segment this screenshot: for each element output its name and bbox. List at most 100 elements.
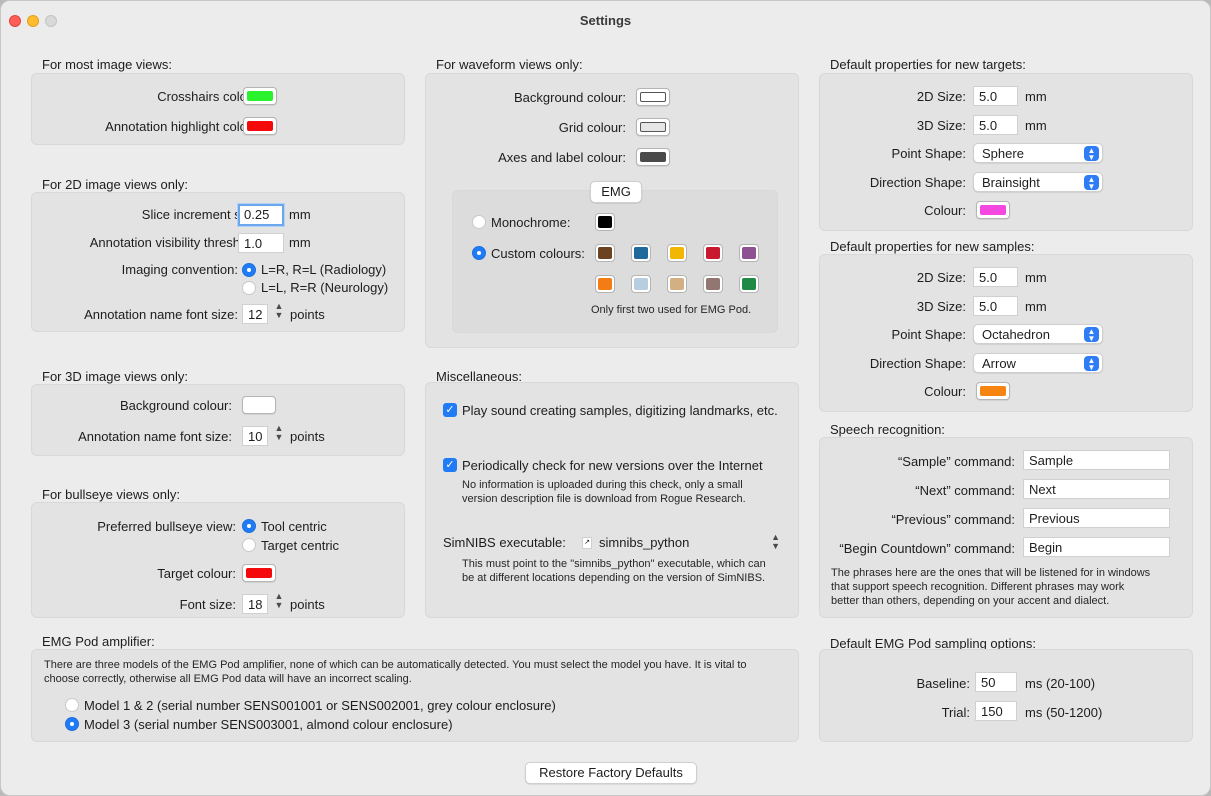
image3d-header: For 3D image views only: <box>42 369 188 384</box>
image3d-font-size-label: Annotation name font size: <box>78 429 232 444</box>
waveform-header: For waveform views only: <box>436 57 583 72</box>
custom-colour-fill <box>598 247 612 259</box>
grid-colour-well[interactable] <box>636 118 670 136</box>
visibility-threshold-label: Annotation visibility threshold: <box>89 235 261 250</box>
baseline-unit: ms (20-100) <box>1025 676 1096 691</box>
visibility-threshold-unit: mm <box>289 235 311 250</box>
image2d-header: For 2D image views only: <box>42 177 188 192</box>
previous-command-field[interactable]: Previous <box>1023 508 1170 528</box>
custom-colour-well[interactable] <box>631 244 651 262</box>
custom-colour-well[interactable] <box>703 275 723 293</box>
neurology-radio[interactable] <box>242 281 256 295</box>
trial-field[interactable]: 150 <box>975 701 1017 721</box>
samples-header: Default properties for new samples: <box>830 239 1035 254</box>
target-2d-size-field[interactable]: 5.0 <box>973 86 1018 106</box>
bullseye-panel: Preferred bullseye view: Tool centric Ta… <box>31 502 405 618</box>
monochrome-colour-fill <box>598 216 612 228</box>
monochrome-label[interactable]: Monochrome: <box>491 215 570 230</box>
custom-colour-fill <box>670 247 684 259</box>
neurology-option[interactable]: L=L, R=R (Neurology) <box>261 280 388 295</box>
target-2d-size-unit: mm <box>1025 89 1047 104</box>
sample-2d-size-field[interactable]: 5.0 <box>973 267 1018 287</box>
model1-option[interactable]: Model 1 & 2 (serial number SENS001001 or… <box>84 698 556 713</box>
target-colour-well[interactable] <box>242 564 276 582</box>
custom-colour-well[interactable] <box>595 244 615 262</box>
targets-header: Default properties for new targets: <box>830 57 1026 72</box>
custom-colour-well[interactable] <box>595 275 615 293</box>
slice-increment-field[interactable]: 0.25 <box>238 204 284 226</box>
sample-default-colour-well[interactable] <box>976 382 1010 400</box>
annotation-font-size-field[interactable]: 12 <box>242 304 268 324</box>
annotation-font-size-label: Annotation name font size: <box>84 307 238 322</box>
custom-colour-well[interactable] <box>739 244 759 262</box>
tool-centric-option[interactable]: Tool centric <box>261 519 327 534</box>
tool-centric-radio[interactable] <box>242 519 256 533</box>
target-direction-shape-popup[interactable]: Brainsight ▲ ▼ <box>973 172 1103 192</box>
simnibs-popup[interactable]: ↗ simnibs_python ▲ ▼ <box>579 533 784 553</box>
next-command-field[interactable]: Next <box>1023 479 1170 499</box>
target-default-colour-well[interactable] <box>976 201 1010 219</box>
model3-option[interactable]: Model 3 (serial number SENS003001, almon… <box>84 717 453 732</box>
custom-colour-well[interactable] <box>667 275 687 293</box>
bullseye-font-size-field[interactable]: 18 <box>242 594 268 614</box>
sample-command-field[interactable]: Sample <box>1023 450 1170 470</box>
image3d-font-size-stepper[interactable]: ▲ ▼ <box>272 424 286 444</box>
image2d-panel: Slice increment size: 0.25 mm Annotation… <box>31 192 405 332</box>
baseline-field[interactable]: 50 <box>975 672 1017 692</box>
bullseye-font-size-stepper[interactable]: ▲ ▼ <box>272 592 286 612</box>
chevron-updown-icon: ▲ ▼ <box>771 532 780 551</box>
target-centric-radio[interactable] <box>242 538 256 552</box>
next-command-label: “Next” command: <box>915 483 1015 498</box>
axes-colour-label: Axes and label colour: <box>498 150 626 165</box>
annotation-highlight-colour-well[interactable] <box>243 117 277 135</box>
image3d-panel: Background colour: Annotation name font … <box>31 384 405 456</box>
speech-note-line3: better than others, depending on your ac… <box>831 595 1110 607</box>
annotation-highlight-colour-fill <box>247 121 273 131</box>
custom-colours-radio[interactable] <box>472 246 486 260</box>
monochrome-radio[interactable] <box>472 215 486 229</box>
model1-radio[interactable] <box>65 698 79 712</box>
custom-colour-well[interactable] <box>631 275 651 293</box>
sample-point-shape-popup[interactable]: Octahedron ▲ ▼ <box>973 324 1103 344</box>
check-versions-checkbox[interactable]: ✓ <box>443 458 457 472</box>
simnibs-value: simnibs_python <box>599 535 690 550</box>
custom-colour-well[interactable] <box>667 244 687 262</box>
custom-colour-well[interactable] <box>739 275 759 293</box>
image3d-font-size-field[interactable]: 10 <box>242 426 268 446</box>
play-sound-label[interactable]: Play sound creating samples, digitizing … <box>462 403 778 418</box>
restore-defaults-button[interactable]: Restore Factory Defaults <box>525 762 697 784</box>
grid-colour-label: Grid colour: <box>558 120 626 135</box>
axes-colour-well[interactable] <box>636 148 670 166</box>
sample-direction-shape-popup[interactable]: Arrow ▲ ▼ <box>973 353 1103 373</box>
target-3d-size-field[interactable]: 5.0 <box>973 115 1018 135</box>
radiology-radio[interactable] <box>242 263 256 277</box>
title-bar: Settings <box>1 1 1210 41</box>
crosshairs-colour-well[interactable] <box>243 87 277 105</box>
radiology-option[interactable]: L=R, R=L (Radiology) <box>261 262 386 277</box>
image3d-bg-colour-well[interactable] <box>242 396 276 414</box>
model3-radio[interactable] <box>65 717 79 731</box>
custom-colour-well[interactable] <box>703 244 723 262</box>
target-default-colour-fill <box>980 205 1006 215</box>
crosshairs-colour-fill <box>247 91 273 101</box>
visibility-threshold-field[interactable]: 1.0 <box>238 233 284 253</box>
play-sound-checkbox[interactable]: ✓ <box>443 403 457 417</box>
sample-3d-size-field[interactable]: 5.0 <box>973 296 1018 316</box>
most-image-header: For most image views: <box>42 57 173 72</box>
waveform-bg-colour-well[interactable] <box>636 88 670 106</box>
check-versions-label[interactable]: Periodically check for new versions over… <box>462 458 763 473</box>
speech-note-line1: The phrases here are the ones that will … <box>831 567 1151 579</box>
monochrome-colour-well[interactable] <box>595 213 615 231</box>
sample-direction-shape-value: Arrow <box>982 356 1016 371</box>
target-direction-shape-value: Brainsight <box>982 175 1040 190</box>
target-point-shape-popup[interactable]: Sphere ▲ ▼ <box>973 143 1103 163</box>
chevron-updown-icon: ▲ ▼ <box>1084 327 1099 343</box>
annotation-font-size-stepper[interactable]: ▲ ▼ <box>272 302 286 322</box>
image3d-font-size-unit: points <box>290 429 325 444</box>
target-direction-shape-label: Direction Shape: <box>869 175 966 190</box>
target-centric-option[interactable]: Target centric <box>261 538 339 553</box>
sample-3d-size-label: 3D Size: <box>916 299 966 314</box>
sample-point-shape-label: Point Shape: <box>891 327 966 342</box>
countdown-command-field[interactable]: Begin <box>1023 537 1170 557</box>
custom-colours-label[interactable]: Custom colours: <box>491 246 585 261</box>
